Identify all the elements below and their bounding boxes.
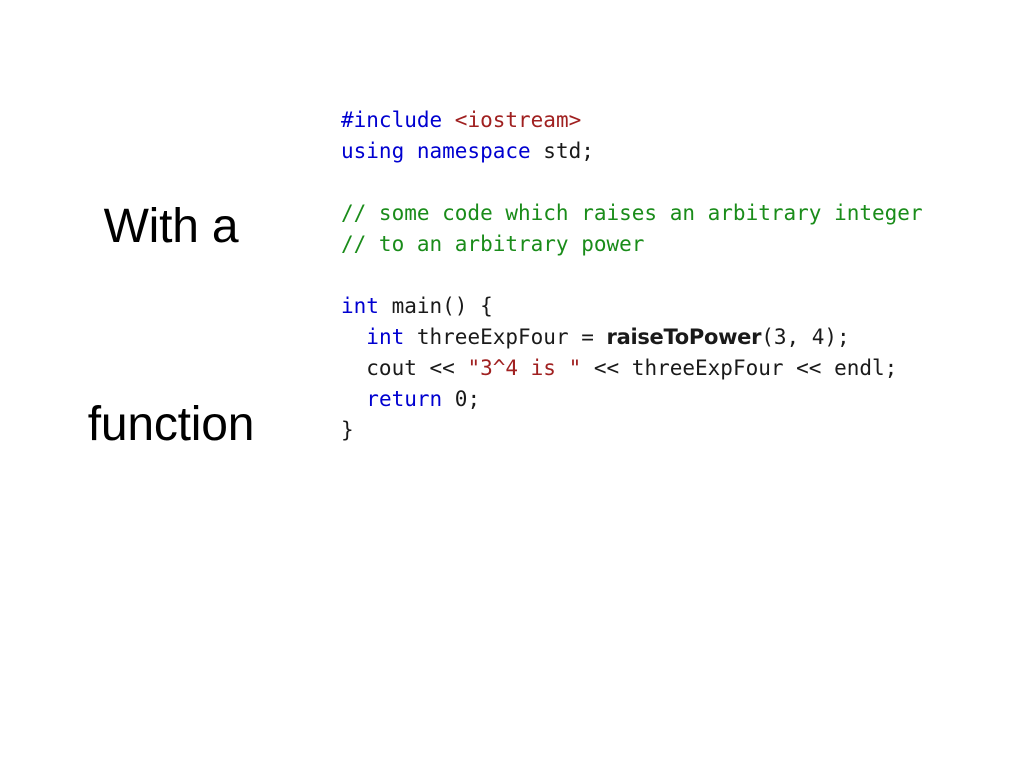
code-token-keyword: return [366,387,443,411]
code-token-plain: std; [543,139,594,163]
code-token-plain: } [341,418,354,442]
code-token-string: "3^4 is " [467,356,582,380]
page-title-line-2: function [87,398,255,451]
code-token-keyword: int [366,325,405,349]
code-line: // to an arbitrary power [341,229,1011,260]
code-token-plain: << threeExpFour << endl; [581,356,898,380]
code-token-comment: // to an arbitrary power [341,232,645,256]
code-token-plain: main() { [378,294,493,318]
slide-canvas: With a function #include <iostream> using… [0,0,1024,768]
code-line [341,260,1011,291]
code-token-comment: // some code which raises an arbitrary i… [341,201,923,225]
code-listing: #include <iostream> using namespace std; … [341,105,1011,446]
code-token-plain: threeExpFour = [404,325,607,349]
code-line: return 0; [341,384,1011,415]
page-title-line-1: With a [103,200,239,253]
code-line: } [341,415,1011,446]
code-token-plain: (3, 4); [761,325,850,349]
code-token-keyword: #include [341,108,455,132]
code-line [341,167,1011,198]
code-token-header: <iostream> [454,108,582,132]
code-token-plain: cout << [341,356,468,380]
page-title: With a function [40,62,302,590]
code-line: int main() { [341,291,1011,322]
code-line: #include <iostream> [341,105,1011,136]
code-token-keyword: using namespace [341,139,544,163]
code-line: // some code which raises an arbitrary i… [341,198,1011,229]
code-line: int threeExpFour = raiseToPower(3, 4); [341,322,1011,353]
code-line: using namespace std; [341,136,1011,167]
code-line: cout << "3^4 is " << threeExpFour << end… [341,353,1011,384]
code-token-function: raiseToPower [606,325,762,349]
code-token-plain: 0; [442,387,481,411]
code-token-keyword: int [341,294,379,318]
